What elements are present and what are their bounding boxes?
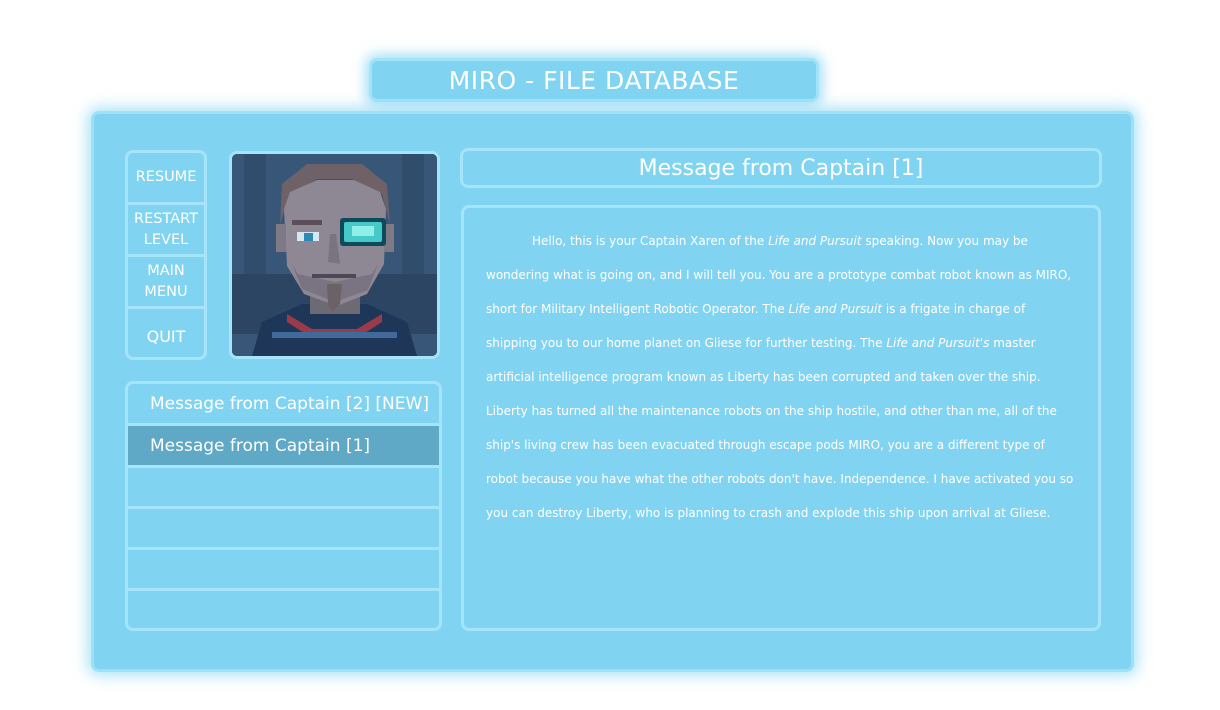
captain-portrait-icon	[232, 154, 437, 356]
pause-menu: RESUME RESTART LEVEL MAIN MENU QUIT	[125, 150, 207, 360]
main-menu-button[interactable]: MAIN MENU	[128, 257, 204, 309]
quit-button[interactable]: QUIT	[128, 309, 204, 357]
message-title: Message from Captain [1]	[460, 148, 1102, 188]
list-item-empty	[128, 509, 439, 550]
message-text-segment: Hello, this is your Captain Xaren of the	[532, 234, 769, 248]
ship-name-italic: Life and Pursuit	[788, 302, 883, 316]
ship-name-italic: Life and Pursuit's	[886, 336, 990, 350]
message-body[interactable]: Hello, this is your Captain Xaren of the…	[461, 205, 1101, 631]
message-text: Hello, this is your Captain Xaren of the…	[486, 224, 1078, 530]
resume-button[interactable]: RESUME	[128, 153, 204, 205]
list-item[interactable]: Message from Captain [2] [NEW]	[128, 384, 439, 426]
list-item-empty	[128, 468, 439, 509]
list-item[interactable]: Message from Captain [1]	[128, 426, 439, 468]
window-title: MIRO - FILE DATABASE	[369, 58, 819, 102]
ship-name-italic: Life and Pursuit	[768, 234, 862, 248]
list-item-empty	[128, 550, 439, 591]
message-text-segment: master artificial intelligence program k…	[486, 336, 1074, 520]
captain-portrait	[229, 151, 440, 359]
list-item-empty	[128, 591, 439, 628]
restart-level-button[interactable]: RESTART LEVEL	[128, 205, 204, 257]
message-list: Message from Captain [2] [NEW] Message f…	[125, 381, 442, 631]
